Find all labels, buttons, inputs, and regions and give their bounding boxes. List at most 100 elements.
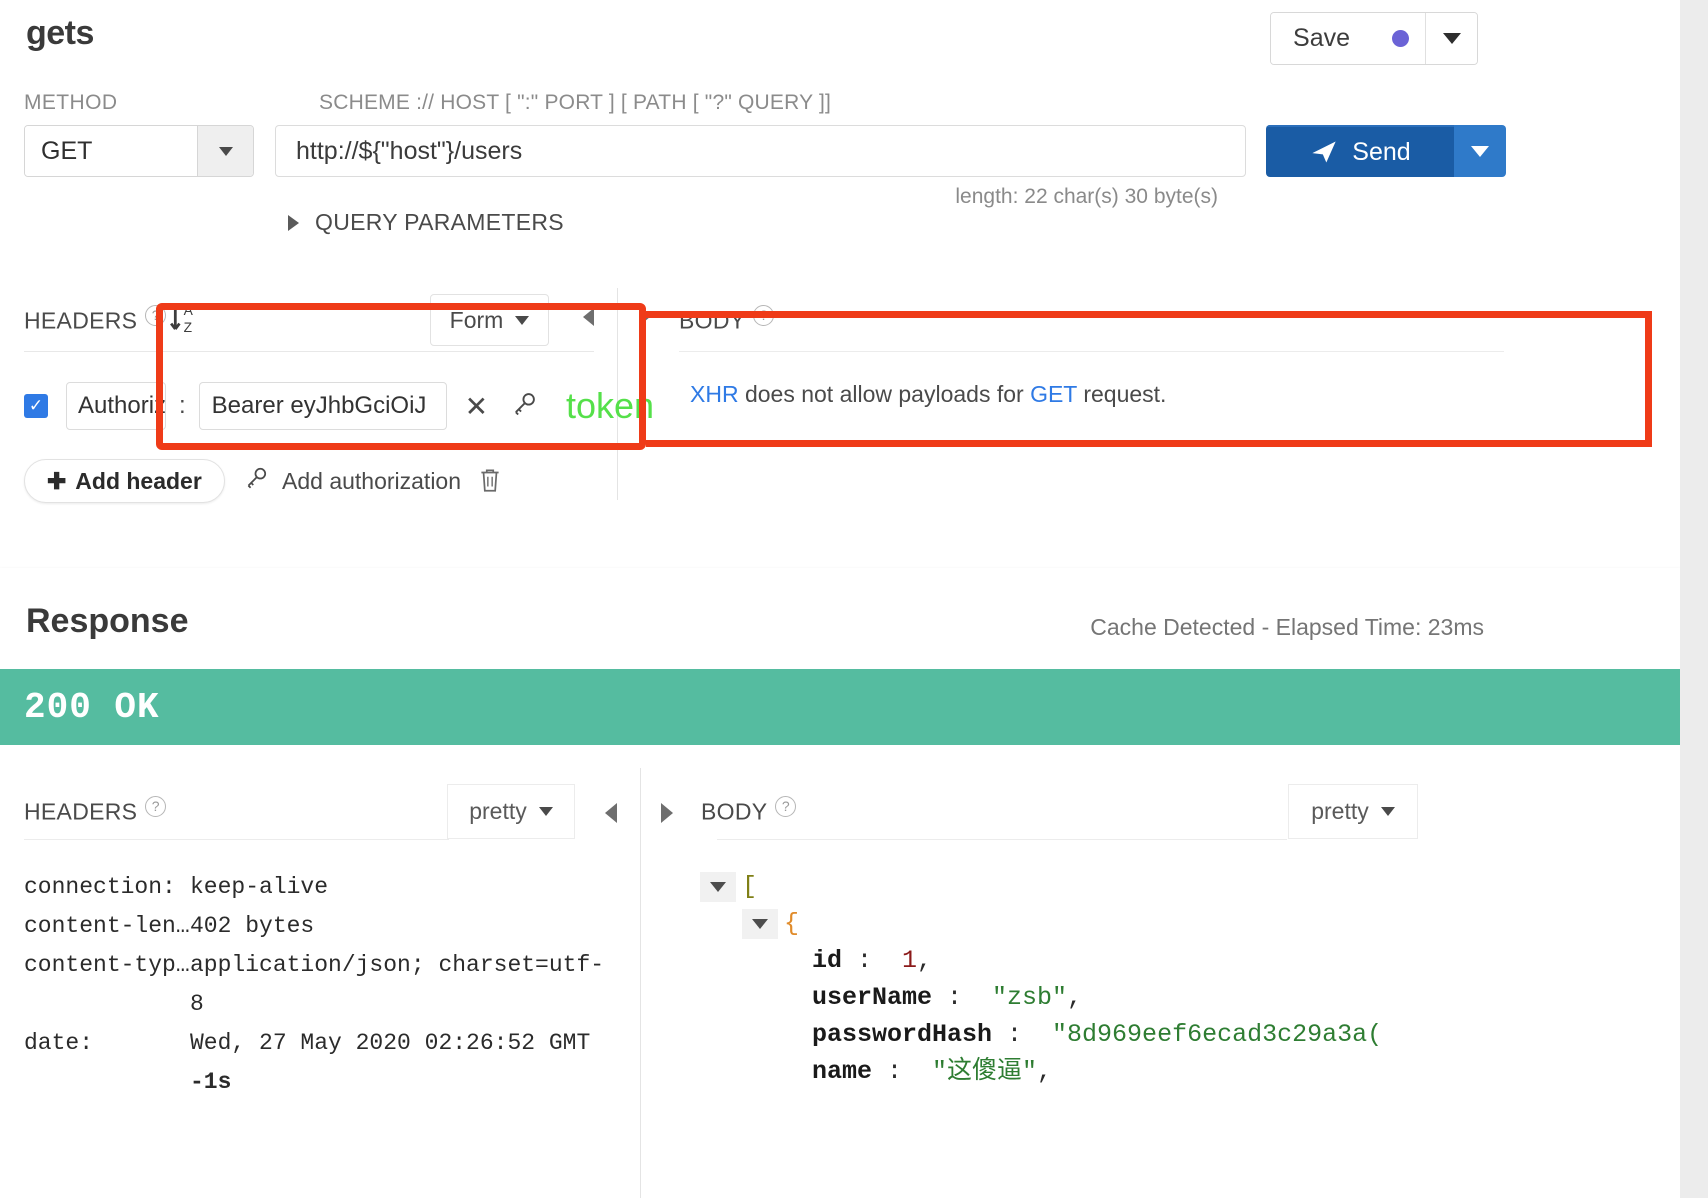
send-dropdown-button[interactable] [1454, 125, 1506, 177]
json-comma: , [1037, 1057, 1053, 1086]
method-dropdown-button[interactable] [197, 126, 253, 176]
add-header-button[interactable]: ✚ Add header [24, 459, 225, 503]
header-key-input[interactable]: Authoriza [66, 382, 166, 430]
response-column-divider [640, 768, 641, 1198]
query-parameters-toggle[interactable]: QUERY PARAMETERS [288, 209, 564, 236]
chevron-down-icon [1380, 807, 1395, 816]
response-header-row: connection: keep-alive [24, 868, 614, 907]
response-panel: Response Cache Detected - Elapsed Time: … [0, 568, 1680, 1198]
response-body-format-value: pretty [1311, 798, 1369, 824]
body-message-post: request. [1076, 381, 1167, 407]
header-enabled-checkbox[interactable]: ✓ [24, 394, 48, 418]
json-value: "zsb" [992, 983, 1068, 1012]
chevron-down-icon [515, 315, 530, 325]
header-value-input[interactable]: Bearer eyJhbGciOiJ [198, 382, 447, 430]
request-body-message: XHR does not allow payloads for GET requ… [690, 381, 1166, 408]
token-annotation-text: token [566, 385, 655, 426]
json-field: name : "这傻逼", [812, 1053, 1660, 1090]
response-header-row: content-typ… application/json; charset=u… [24, 946, 614, 1024]
body-message-mid: does not allow payloads for [738, 381, 1031, 407]
json-key: passwordHash [812, 1020, 993, 1049]
json-comma: , [1067, 983, 1083, 1012]
plus-icon: ✚ [47, 467, 67, 494]
save-split-button[interactable]: Save [1270, 12, 1478, 65]
json-object-open: { [742, 905, 1660, 942]
response-headers-format-select[interactable]: pretty [447, 784, 575, 839]
help-icon[interactable]: ? [145, 305, 167, 326]
header-row: ✓ Authoriza : Bearer eyJhbGciOiJ ✕ [24, 382, 538, 430]
response-header-value: Wed, 27 May 2020 02:26:52 GMT [190, 1030, 591, 1056]
collapse-array-toggle[interactable] [700, 871, 736, 902]
page-title: gets [26, 14, 94, 52]
help-icon[interactable]: ? [775, 796, 797, 817]
send-button[interactable]: Send [1266, 125, 1454, 177]
response-collapse-right-arrow[interactable] [661, 803, 673, 823]
request-panel: gets Save METHOD SCHEME :// HOST [ ":" P… [0, 0, 1680, 592]
add-header-label: Add header [75, 467, 202, 494]
json-field: id : 1, [812, 942, 1660, 979]
help-icon[interactable]: ? [145, 796, 167, 817]
chevron-down-icon [538, 807, 553, 816]
save-dropdown-button[interactable] [1425, 13, 1477, 64]
xhr-link[interactable]: XHR [690, 381, 739, 407]
method-select[interactable]: GET [24, 125, 254, 177]
response-title: Response [26, 602, 189, 640]
collapse-object-toggle[interactable] [742, 908, 778, 939]
chevron-down-icon [1471, 145, 1489, 157]
response-header-row: date: Wed, 27 May 2020 02:26:52 GMT [24, 1024, 614, 1063]
response-header-value: 402 bytes [190, 913, 315, 939]
chevron-down-icon [218, 146, 233, 156]
chevron-down-icon [1442, 33, 1461, 44]
response-body-format-select[interactable]: pretty [1288, 784, 1418, 839]
response-header-key: connection: [24, 874, 176, 900]
add-authorization-button[interactable]: Add authorization [243, 465, 461, 497]
response-header-key: date: [24, 1030, 94, 1056]
json-field: passwordHash : "8d969eef6ecad3c29a3a( [812, 1016, 1660, 1053]
response-meta: Cache Detected - Elapsed Time: 23ms [1090, 614, 1484, 640]
response-body-divider [717, 839, 1287, 840]
api-client-window: gets Save METHOD SCHEME :// HOST [ ":" P… [0, 0, 1708, 1198]
response-header-subvalue: -1s [190, 1069, 232, 1095]
right-gutter [1680, 0, 1708, 1198]
send-button-label: Send [1352, 137, 1411, 166]
chevron-down-icon [752, 918, 768, 929]
key-icon[interactable] [510, 390, 538, 423]
url-input[interactable]: http://${"host"}/users [275, 125, 1246, 177]
collapse-left-arrow[interactable] [583, 308, 594, 326]
response-body-label: BODY? [701, 796, 797, 826]
send-split-button[interactable]: Send [1266, 125, 1506, 177]
request-body-divider [679, 351, 1504, 352]
query-parameters-label: QUERY PARAMETERS [315, 209, 564, 235]
status-badge: 200 OK [24, 686, 160, 728]
url-label: SCHEME :// HOST [ ":" PORT ] [ PATH [ "?… [319, 91, 832, 114]
headers-format-select[interactable]: Form [430, 294, 549, 346]
response-body-json: [ { id : 1, userName : "zsb", passwordHa… [700, 868, 1660, 1090]
header-separator: : [179, 392, 186, 419]
method-label: METHOD [24, 91, 118, 114]
trash-icon[interactable] [477, 466, 503, 499]
svg-text:Z: Z [184, 319, 193, 335]
response-collapse-left-arrow[interactable] [605, 803, 617, 823]
response-headers-divider [24, 839, 449, 840]
status-bar: 200 OK [0, 669, 1680, 745]
key-icon [243, 465, 269, 497]
response-header-row: content-len… 402 bytes [24, 907, 614, 946]
get-link[interactable]: GET [1030, 381, 1077, 407]
headers-format-value: Form [449, 306, 504, 333]
collapse-right-arrow[interactable] [639, 308, 650, 326]
response-headers-label: HEADERS? [24, 796, 167, 826]
help-icon[interactable]: ? [753, 305, 775, 326]
chevron-right-icon [288, 214, 299, 231]
request-headers-label: HEADERS? [24, 305, 167, 335]
sort-az-icon[interactable]: A Z [168, 300, 202, 336]
json-value: "8d969eef6ecad3c29a3a( [1052, 1020, 1383, 1049]
json-value: 1 [902, 946, 918, 975]
request-body-label: BODY? [679, 305, 775, 335]
json-array-open: [ [700, 868, 1660, 905]
json-bracket: [ [742, 872, 758, 901]
save-button[interactable]: Save [1271, 13, 1425, 64]
add-authorization-label: Add authorization [282, 467, 462, 494]
json-key: id [812, 946, 843, 975]
remove-header-icon[interactable]: ✕ [465, 390, 488, 423]
paper-plane-icon [1312, 141, 1336, 163]
